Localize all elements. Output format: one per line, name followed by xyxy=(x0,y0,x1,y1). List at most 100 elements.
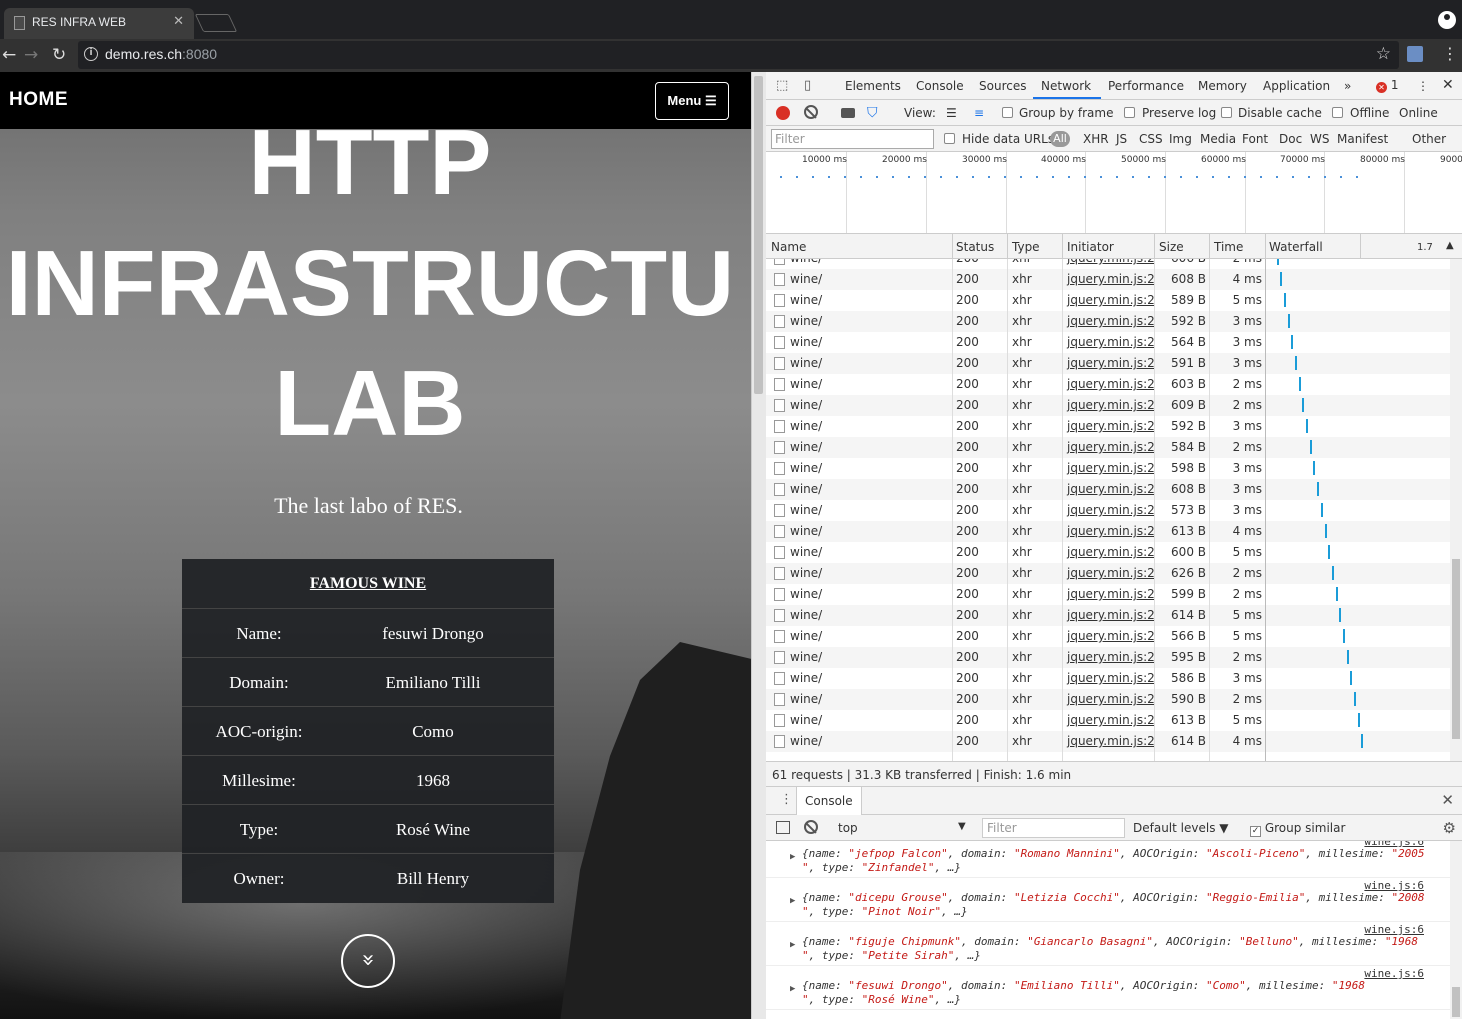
network-list-scrollbar-thumb[interactable] xyxy=(1452,559,1460,739)
request-name[interactable]: wine/ xyxy=(790,419,822,433)
browser-tab[interactable]: RES INFRA WEB ✕ xyxy=(4,8,194,39)
filter-media-button[interactable]: Media xyxy=(1200,132,1236,146)
tab-application[interactable]: Application xyxy=(1263,79,1330,93)
column-status[interactable]: Status xyxy=(956,240,994,254)
request-name[interactable]: wine/ xyxy=(790,482,822,496)
request-initiator-link[interactable]: jquery.min.js:2 xyxy=(1067,356,1155,370)
tab-elements[interactable]: Elements xyxy=(845,79,901,93)
large-rows-icon[interactable]: ☰ xyxy=(946,106,957,120)
request-initiator-link[interactable]: jquery.min.js:2 xyxy=(1067,259,1155,265)
request-name[interactable]: wine/ xyxy=(790,293,822,307)
table-row[interactable]: wine/200 xhr jquery.min.js:2 573 B 3 ms xyxy=(766,500,1450,521)
throttling-select[interactable]: Online xyxy=(1399,106,1438,120)
network-overview-timeline[interactable]: 10000 ms 20000 ms 30000 ms 40000 ms 5000… xyxy=(766,152,1462,234)
reload-icon[interactable]: ↻ xyxy=(52,45,66,65)
request-name[interactable]: wine/ xyxy=(790,545,822,559)
request-name[interactable]: wine/ xyxy=(790,259,822,265)
forward-icon[interactable]: → xyxy=(24,45,38,65)
page-scrollbar-thumb[interactable] xyxy=(754,76,763,394)
column-type[interactable]: Type xyxy=(1012,240,1040,254)
table-row[interactable]: wine/200 xhr jquery.min.js:2 595 B 2 ms xyxy=(766,647,1450,668)
request-name[interactable]: wine/ xyxy=(790,629,822,643)
table-row[interactable]: wine/200 xhr jquery.min.js:2 608 B 3 ms xyxy=(766,479,1450,500)
request-initiator-link[interactable]: jquery.min.js:2 xyxy=(1067,692,1155,706)
table-row[interactable]: wine/200 xhr jquery.min.js:2 613 B 5 ms xyxy=(766,710,1450,731)
table-row[interactable]: wine/200 xhr jquery.min.js:2 614 B 4 ms xyxy=(766,731,1450,752)
request-initiator-link[interactable]: jquery.min.js:2 xyxy=(1067,734,1155,748)
column-separator[interactable] xyxy=(1265,234,1266,259)
request-name[interactable]: wine/ xyxy=(790,377,822,391)
table-row[interactable]: wine/200 xhr jquery.min.js:2 592 B 3 ms xyxy=(766,311,1450,332)
extension-icon[interactable] xyxy=(1407,46,1423,62)
request-initiator-link[interactable]: jquery.min.js:2 xyxy=(1067,482,1155,496)
request-initiator-link[interactable]: jquery.min.js:2 xyxy=(1067,314,1155,328)
drawer-tab-console[interactable]: Console xyxy=(796,787,862,815)
console-sidebar-icon[interactable] xyxy=(776,821,790,834)
filter-font-button[interactable]: Font xyxy=(1242,132,1268,146)
column-time[interactable]: Time xyxy=(1214,240,1243,254)
console-scrollbar-thumb[interactable] xyxy=(1452,987,1460,1017)
filter-img-button[interactable]: Img xyxy=(1169,132,1192,146)
filter-ws-button[interactable]: WS xyxy=(1310,132,1329,146)
request-initiator-link[interactable]: jquery.min.js:2 xyxy=(1067,398,1155,412)
request-initiator-link[interactable]: jquery.min.js:2 xyxy=(1067,272,1155,286)
tab-performance[interactable]: Performance xyxy=(1108,79,1184,93)
console-log-entry[interactable]: wine.js:6 ▶ {name: "figuje Chipmunk", doma… xyxy=(766,922,1450,966)
filter-css-button[interactable]: CSS xyxy=(1139,132,1163,146)
clear-icon[interactable] xyxy=(804,105,818,119)
url-text[interactable]: demo.res.ch:8080 xyxy=(105,46,217,62)
menu-button[interactable]: Menu ☰ xyxy=(655,82,729,120)
address-bar[interactable]: i demo.res.ch:8080 ☆ xyxy=(78,41,1399,69)
request-initiator-link[interactable]: jquery.min.js:2 xyxy=(1067,713,1155,727)
execution-context-select[interactable]: top xyxy=(838,821,858,835)
tab-console[interactable]: Console xyxy=(916,79,964,93)
hide-data-urls-checkbox[interactable] xyxy=(944,133,955,144)
table-row[interactable]: wine/200 xhr jquery.min.js:2 600 B 5 ms xyxy=(766,542,1450,563)
devtools-menu-icon[interactable]: ⋮ xyxy=(1417,79,1429,93)
context-dropdown-icon[interactable]: ▼ xyxy=(958,821,966,832)
devtools-close-icon[interactable]: ✕ xyxy=(1442,77,1454,93)
table-row[interactable]: wine/200 xhr jquery.min.js:2 592 B 3 ms xyxy=(766,416,1450,437)
request-initiator-link[interactable]: jquery.min.js:2 xyxy=(1067,461,1155,475)
request-name[interactable]: wine/ xyxy=(790,440,822,454)
request-initiator-link[interactable]: jquery.min.js:2 xyxy=(1067,335,1155,349)
group-by-frame-checkbox[interactable] xyxy=(1002,107,1013,118)
table-row[interactable]: wine/200 xhr jquery.min.js:2 584 B 2 ms xyxy=(766,437,1450,458)
expand-arrow-icon[interactable]: ▶ xyxy=(790,896,795,906)
network-filter-input[interactable]: Filter xyxy=(771,129,934,149)
table-row[interactable]: wine/200 xhr jquery.min.js:2 564 B 3 ms xyxy=(766,332,1450,353)
back-icon[interactable]: ← xyxy=(2,45,16,65)
column-initiator[interactable]: Initiator xyxy=(1067,240,1114,254)
request-name[interactable]: wine/ xyxy=(790,734,822,748)
column-name[interactable]: Name xyxy=(771,240,806,254)
preserve-log-checkbox[interactable] xyxy=(1124,107,1135,118)
table-row[interactable]: wine/200 xhr jquery.min.js:2 591 B 3 ms xyxy=(766,353,1450,374)
browser-menu-icon[interactable]: ⋮ xyxy=(1442,44,1458,63)
column-separator[interactable] xyxy=(1360,234,1361,259)
table-row[interactable]: wine/200 xhr jquery.min.js:2 586 B 3 ms xyxy=(766,668,1450,689)
request-name[interactable]: wine/ xyxy=(790,650,822,664)
tab-memory[interactable]: Memory xyxy=(1198,79,1247,93)
record-icon[interactable] xyxy=(776,106,790,120)
drawer-close-icon[interactable]: ✕ xyxy=(1441,791,1454,809)
profile-avatar-icon[interactable] xyxy=(1438,11,1456,29)
request-initiator-link[interactable]: jquery.min.js:2 xyxy=(1067,566,1155,580)
filter-xhr-button[interactable]: XHR xyxy=(1083,132,1109,146)
filter-js-button[interactable]: JS xyxy=(1116,132,1127,146)
column-separator[interactable] xyxy=(1154,234,1155,259)
request-initiator-link[interactable]: jquery.min.js:2 xyxy=(1067,608,1155,622)
request-name[interactable]: wine/ xyxy=(790,587,822,601)
new-tab-button[interactable] xyxy=(194,14,238,32)
request-name[interactable]: wine/ xyxy=(790,356,822,370)
column-separator[interactable] xyxy=(952,234,953,259)
request-name[interactable]: wine/ xyxy=(790,314,822,328)
request-initiator-link[interactable]: jquery.min.js:2 xyxy=(1067,377,1155,391)
capture-screenshots-icon[interactable] xyxy=(841,108,855,118)
table-row[interactable]: wine/200 xhr jquery.min.js:2 603 B 2 ms xyxy=(766,374,1450,395)
table-row[interactable]: wine/200 xhr jquery.min.js:2 626 B 2 ms xyxy=(766,563,1450,584)
expand-arrow-icon[interactable]: ▶ xyxy=(790,852,795,862)
group-similar-toggle[interactable]: ✓ Group similar xyxy=(1250,821,1345,837)
request-name[interactable]: wine/ xyxy=(790,671,822,685)
request-initiator-link[interactable]: jquery.min.js:2 xyxy=(1067,419,1155,433)
request-initiator-link[interactable]: jquery.min.js:2 xyxy=(1067,293,1155,307)
